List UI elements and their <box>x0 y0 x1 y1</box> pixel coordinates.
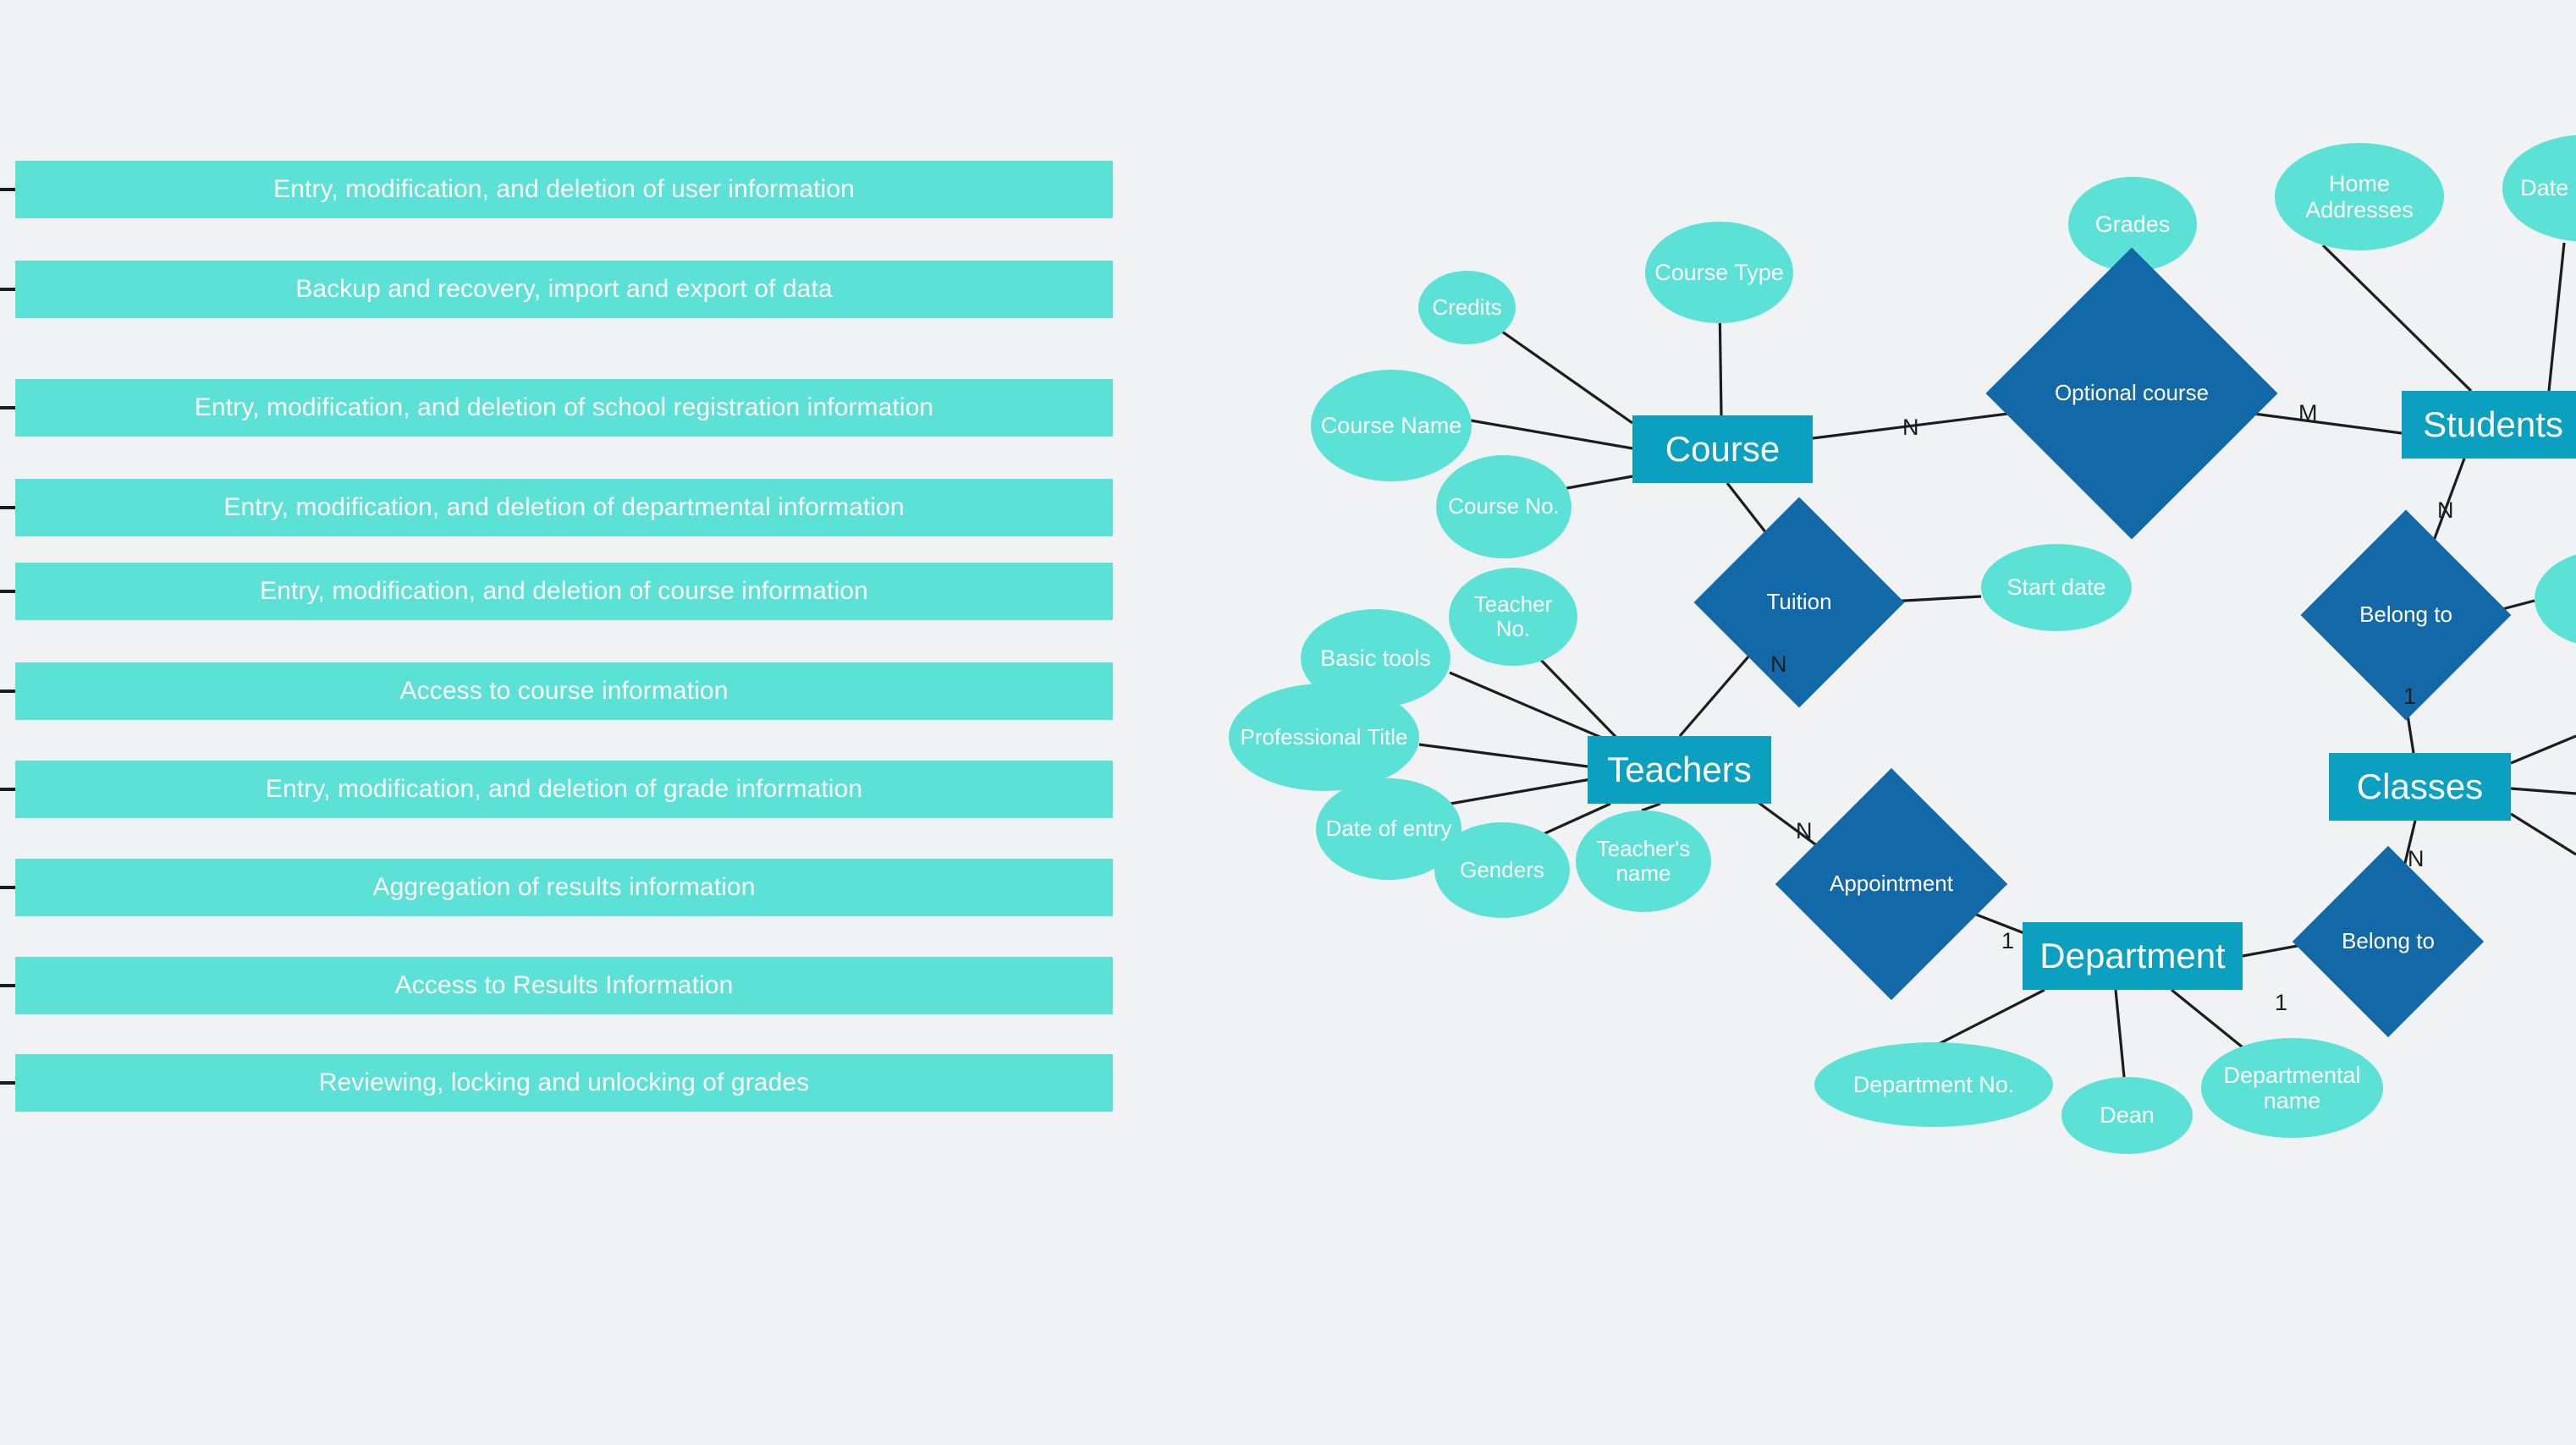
er-edge <box>2170 988 2253 1056</box>
er-edge <box>2114 989 2126 1078</box>
card-appointment-department: 1 <box>2001 928 2015 953</box>
attribute-home-addresses[interactable]: Home Addresses <box>2275 143 2444 250</box>
attribute-genders[interactable]: Genders <box>1434 822 1570 918</box>
attribute-teacher-no[interactable]: Teacher No. <box>1449 568 1577 666</box>
er-edge <box>1487 320 1633 425</box>
card-teachers-appointment: N <box>1796 818 1813 843</box>
relationship-label: Belong to <box>2342 928 2435 954</box>
er-edge <box>1933 988 2045 1048</box>
entity-teachers[interactable]: Teachers <box>1588 736 1771 804</box>
er-edge <box>1535 654 1627 749</box>
er-edge <box>2547 242 2566 392</box>
attribute-class-attr-right[interactable]: Co <box>2535 550 2576 648</box>
er-edge <box>2321 244 2473 393</box>
er-edge <box>1641 802 1661 812</box>
attribute-course-no[interactable]: Course No. <box>1436 455 1571 558</box>
card-tuition-teachers: N <box>1770 651 1787 677</box>
entity-course[interactable]: Course <box>1632 415 1813 483</box>
relationship-label: Appointment <box>1830 871 1953 897</box>
attribute-start-date[interactable]: Start date <box>1981 544 2132 631</box>
attribute-course-name[interactable]: Course Name <box>1311 370 1472 481</box>
attribute-departmental-name[interactable]: Departmental name <box>2201 1038 2383 1138</box>
er-edge <box>2510 734 2576 765</box>
relationship-label: Tuition <box>1766 589 1832 615</box>
card-course-optional: N <box>1902 415 1919 440</box>
card-optional-students: M <box>2298 400 2318 426</box>
attribute-department-no[interactable]: Department No. <box>1814 1042 2053 1127</box>
relationship-belong-to-student-class[interactable]: Belong to <box>2300 509 2512 721</box>
card-belongto-classes: 1 <box>2403 684 2417 709</box>
card-students-belongto: N <box>2437 497 2454 523</box>
relationship-tuition[interactable]: Tuition <box>1693 497 1905 708</box>
er-edge <box>2510 812 2576 856</box>
relationship-appointment[interactable]: Appointment <box>1775 767 2008 1001</box>
er-edge <box>1470 419 1633 450</box>
attribute-professional-title[interactable]: Professional Title <box>1229 684 1419 791</box>
card-department-belongto: 1 <box>2275 990 2288 1015</box>
relationship-label: Optional course <box>2054 380 2210 406</box>
diagram-canvas: Entry, modification, and deletion of use… <box>0 0 2576 1445</box>
entity-students[interactable]: Students <box>2402 391 2576 459</box>
relationship-label: Belong to <box>2359 602 2452 628</box>
relationship-belong-to-class-department[interactable]: Belong to <box>2292 845 2485 1038</box>
attribute-date-of-entry-student[interactable]: Date of Entry <box>2502 135 2576 242</box>
er-edge <box>1418 743 1588 768</box>
attribute-dean[interactable]: Dean <box>2061 1077 2193 1154</box>
attribute-credits[interactable]: Credits <box>1418 271 1516 344</box>
entity-department[interactable]: Department <box>2023 922 2243 990</box>
attribute-course-type[interactable]: Course Type <box>1645 222 1793 323</box>
attribute-teachers-name[interactable]: Teacher's name <box>1576 810 1711 912</box>
er-edge <box>2510 787 2576 795</box>
er-diagram: Credits Course Type Course Name Course No. T… <box>0 0 2576 1445</box>
card-classes-belongto: N <box>2408 846 2425 871</box>
entity-classes[interactable]: Classes <box>2329 753 2511 821</box>
relationship-optional-course[interactable]: Optional course <box>1985 247 2278 540</box>
er-edge <box>1561 475 1633 491</box>
